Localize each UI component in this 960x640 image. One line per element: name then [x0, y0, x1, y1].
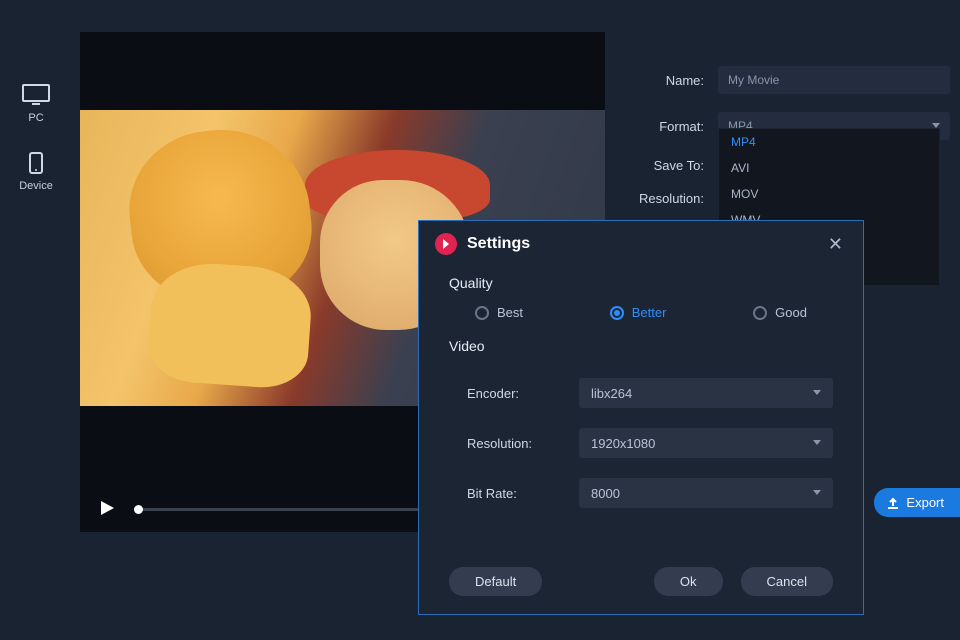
chevron-down-icon: [813, 440, 821, 445]
encoder-select[interactable]: libx264: [579, 378, 833, 408]
monitor-icon: [22, 84, 50, 106]
name-label: Name:: [620, 73, 718, 88]
video-section-title: Video: [419, 330, 863, 368]
quality-radio-good[interactable]: Good: [753, 305, 807, 320]
play-icon: [98, 499, 116, 517]
quality-section-title: Quality: [419, 267, 863, 305]
sidebar: PC Device: [0, 0, 72, 640]
upload-icon: [886, 496, 900, 510]
settings-dialog: Settings ✕ Quality Best Better Good Vide…: [418, 220, 864, 615]
dialog-title: Settings: [467, 235, 824, 253]
format-label: Format:: [620, 119, 718, 134]
radio-icon: [753, 306, 767, 320]
encoder-label: Encoder:: [467, 386, 579, 401]
close-icon: ✕: [828, 234, 843, 254]
export-label: Export: [906, 495, 944, 510]
radio-icon: [475, 306, 489, 320]
sidebar-item-label: PC: [28, 112, 43, 124]
close-button[interactable]: ✕: [824, 234, 847, 255]
sidebar-item-label: Device: [19, 180, 53, 192]
chevron-down-icon: [813, 390, 821, 395]
chevron-down-icon: [813, 490, 821, 495]
quality-radio-best[interactable]: Best: [475, 305, 523, 320]
radio-icon: [610, 306, 624, 320]
bitrate-select[interactable]: 8000: [579, 478, 833, 508]
play-button[interactable]: [98, 499, 116, 520]
sidebar-item-device[interactable]: Device: [0, 138, 72, 206]
cancel-button[interactable]: Cancel: [741, 567, 833, 596]
saveto-label: Save To:: [620, 158, 718, 173]
bitrate-label: Bit Rate:: [467, 486, 579, 501]
sidebar-item-pc[interactable]: PC: [0, 70, 72, 138]
quality-radio-group: Best Better Good: [419, 305, 863, 330]
resolution-label: Resolution:: [620, 191, 718, 206]
format-option-avi[interactable]: AVI: [719, 155, 939, 181]
export-button[interactable]: Export: [874, 488, 960, 517]
app-icon: [435, 233, 457, 255]
quality-radio-better[interactable]: Better: [610, 305, 667, 320]
resolution-label-dialog: Resolution:: [467, 436, 579, 451]
format-option-mov[interactable]: MOV: [719, 181, 939, 207]
phone-icon: [22, 152, 50, 174]
ok-button[interactable]: Ok: [654, 567, 723, 596]
default-button[interactable]: Default: [449, 567, 542, 596]
name-input[interactable]: My Movie: [718, 66, 950, 94]
format-option-mp4[interactable]: MP4: [719, 129, 939, 155]
resolution-select[interactable]: 1920x1080: [579, 428, 833, 458]
